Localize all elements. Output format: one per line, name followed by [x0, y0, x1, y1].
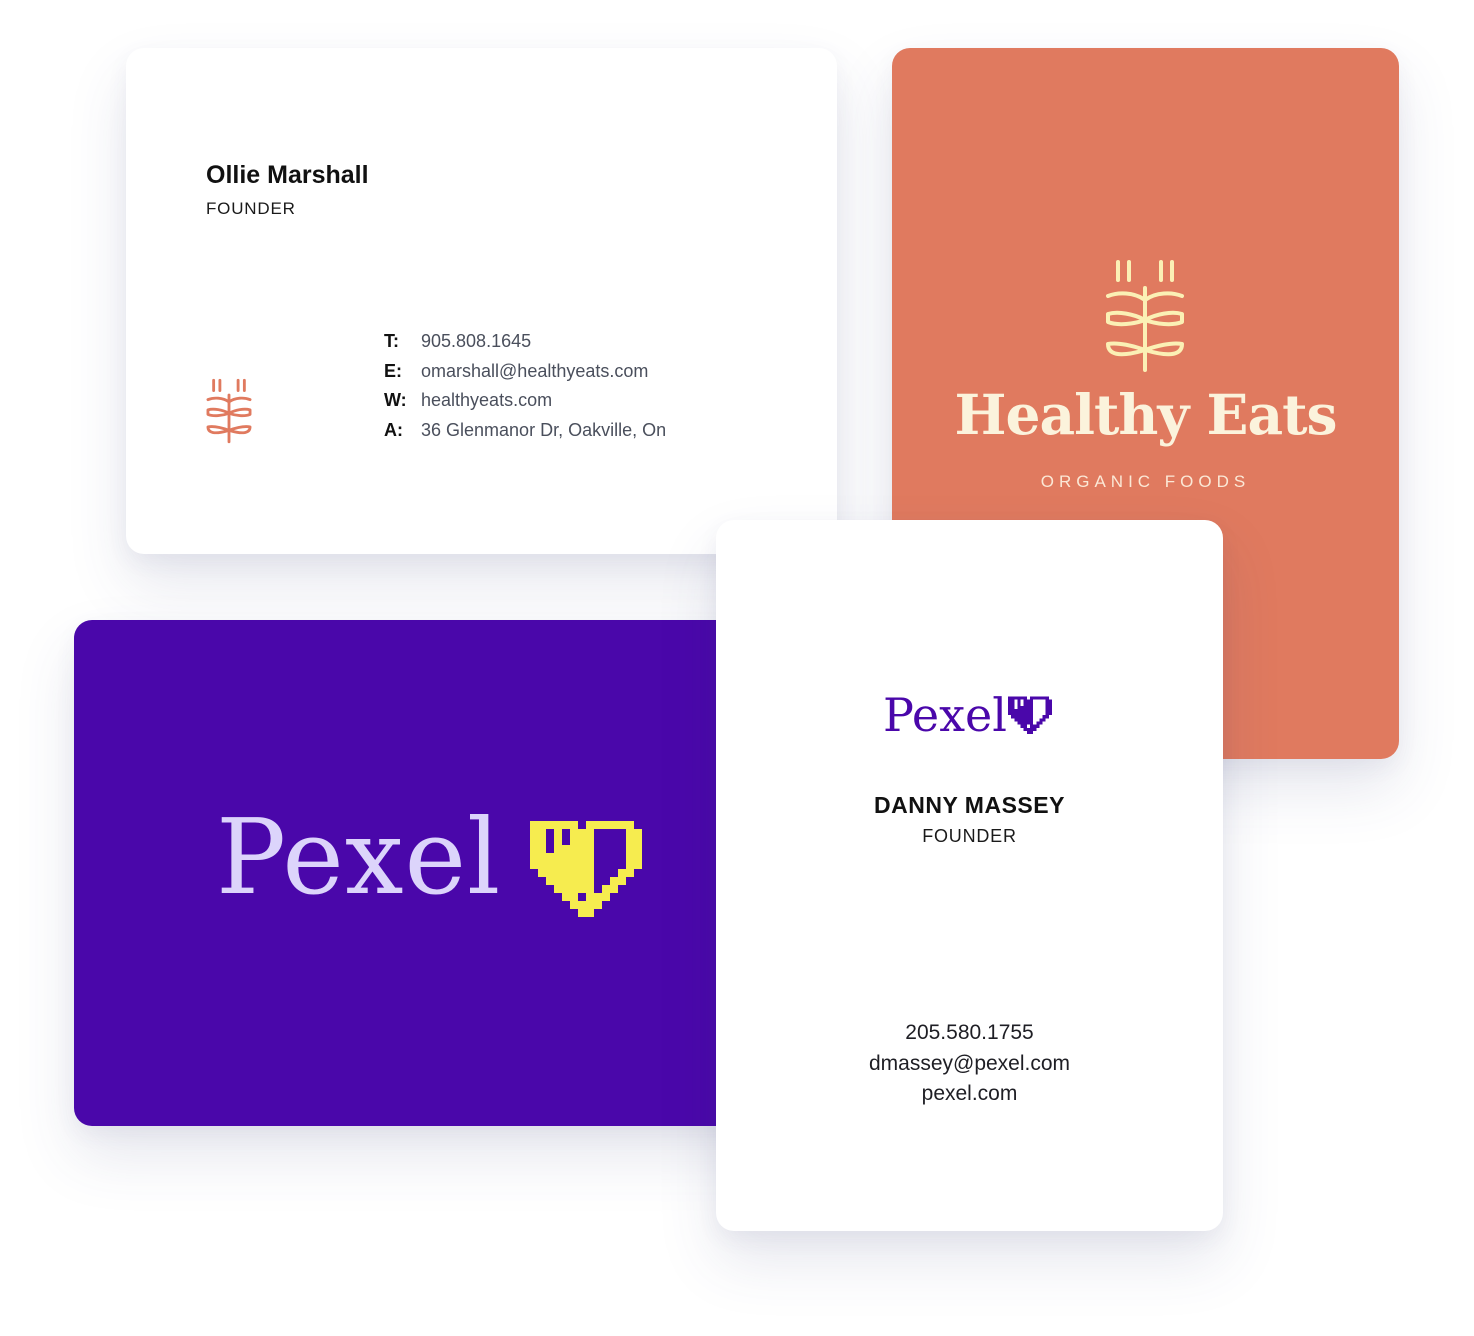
pixel-heart-icon [1007, 696, 1052, 735]
contact-website-row: W: healthyeats.com [384, 386, 666, 416]
wheat-icon [1106, 260, 1184, 372]
contact-key: A: [384, 419, 403, 440]
contact-role: FOUNDER [206, 199, 296, 218]
contact-email-row: E: omarshall@healthyeats.com [384, 357, 666, 387]
contact-key: E: [384, 360, 402, 381]
contact-role: FOUNDER [922, 826, 1017, 846]
contact-name: DANNY MASSEY [874, 792, 1065, 818]
contact-details: T: 905.808.1645 E: omarshall@healthyeats… [384, 327, 666, 445]
healthy-eats-tagline: ORGANIC FOODS [1040, 472, 1251, 491]
contact-name: Ollie Marshall [206, 161, 369, 189]
contact-address: 36 Glenmanor Dr, Oakville, On [421, 419, 667, 440]
pexel-card-front: Pexel DANNY MASSEY FOUNDER 205.580.1755 … [716, 520, 1223, 1231]
pixel-heart-icon [530, 821, 642, 917]
contact-address-row: A: 36 Glenmanor Dr, Oakville, On [384, 416, 666, 446]
contact-phone: 905.808.1645 [421, 331, 532, 351]
healthy-eats-card-front: Ollie Marshall FOUNDER T: 905.808.1645 E… [126, 48, 837, 554]
contact-phone-row: T: 905.808.1645 [384, 327, 666, 357]
contact-key: T: [384, 331, 399, 351]
contact-key: W: [384, 390, 407, 410]
pexel-wordmark: Pexel [883, 688, 1007, 742]
business-cards-showcase: Healthy Eats ORGANIC FOODS Ollie Marshal… [0, 0, 1474, 1336]
contact-website: healthyeats.com [421, 390, 553, 410]
contact-website: pexel.com [921, 1082, 1018, 1105]
contact-email: omarshall@healthyeats.com [421, 360, 649, 381]
pexel-logo: Pexel [883, 692, 1052, 738]
healthy-eats-brand: Healthy Eats [954, 382, 1338, 447]
pexel-card-back: Pexel [74, 620, 785, 1126]
contact-phone: 205.580.1755 [905, 1021, 1034, 1044]
pexel-wordmark: Pexel [216, 796, 502, 918]
wheat-icon [206, 378, 252, 444]
contact-details: 205.580.1755 dmassey@pexel.com pexel.com [716, 1018, 1223, 1110]
contact-email: dmassey@pexel.com [868, 1051, 1071, 1075]
